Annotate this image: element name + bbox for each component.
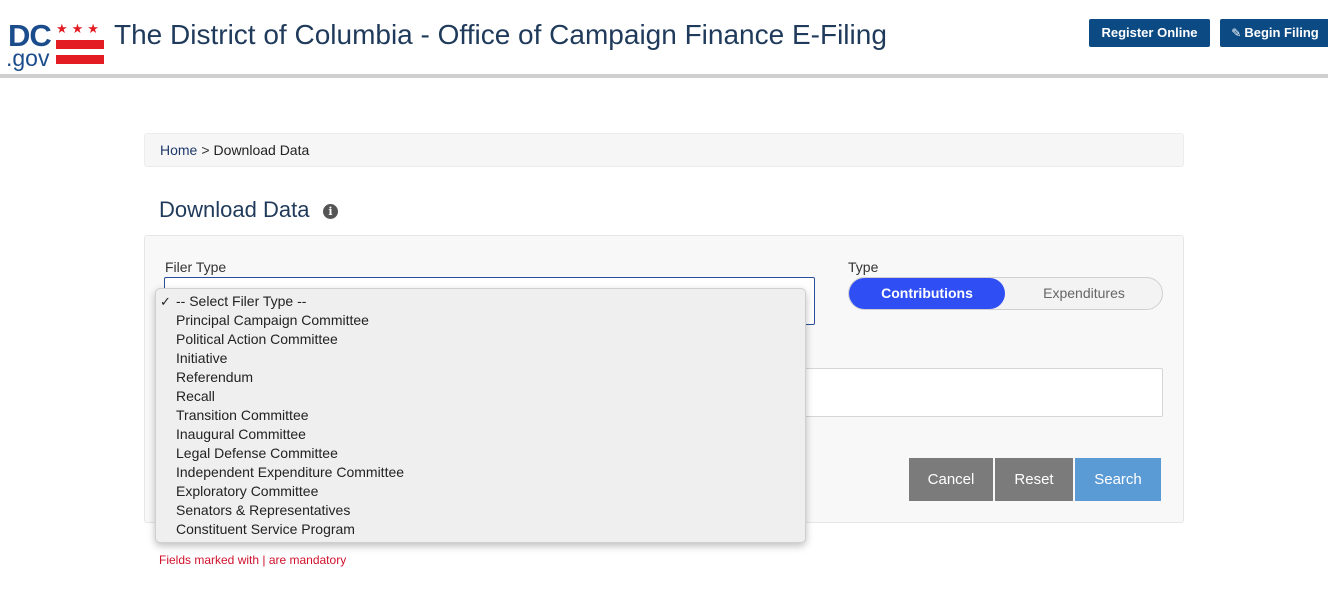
site-header: DC ★★★ .gov The District of Columbia - O…: [0, 0, 1328, 78]
dropdown-option[interactable]: Transition Committee: [156, 406, 805, 425]
dropdown-option[interactable]: ✓ -- Select Filer Type --: [156, 292, 805, 311]
cancel-button[interactable]: Cancel: [909, 458, 993, 501]
dropdown-option[interactable]: Recall: [156, 387, 805, 406]
dropdown-option[interactable]: Inaugural Committee: [156, 425, 805, 444]
type-toggle-expenditures[interactable]: Expenditures: [1006, 278, 1162, 309]
breadcrumb-current: Download Data: [213, 142, 310, 158]
logo-gov-text: .gov: [6, 45, 50, 71]
dropdown-option[interactable]: Senators & Representatives: [156, 501, 805, 520]
breadcrumb: Home > Download Data: [144, 133, 1184, 167]
secondary-field[interactable]: [790, 368, 1163, 417]
dropdown-option[interactable]: Independent Expenditure Committee: [156, 463, 805, 482]
logo-stripe: [56, 55, 104, 64]
site-title: The District of Columbia - Office of Cam…: [114, 19, 887, 50]
logo-stars: ★★★: [56, 21, 103, 36]
page-title: Download Data: [159, 197, 310, 222]
breadcrumb-home-link[interactable]: Home: [160, 142, 197, 158]
checkmark-icon: ✓: [160, 294, 171, 309]
reset-button[interactable]: Reset: [995, 458, 1073, 501]
edit-icon: ✎: [1231, 26, 1242, 40]
info-icon[interactable]: i: [323, 204, 338, 219]
filer-type-label: Filer Type: [165, 259, 227, 275]
dropdown-option[interactable]: Initiative: [156, 349, 805, 368]
logo-stripe: [56, 40, 104, 49]
mandatory-fields-note: Fields marked with | are mandatory: [159, 553, 347, 567]
begin-filing-button[interactable]: ✎ Begin Filing: [1220, 19, 1328, 47]
dropdown-option[interactable]: Referendum: [156, 368, 805, 387]
dropdown-option[interactable]: Principal Campaign Committee: [156, 311, 805, 330]
dc-gov-logo[interactable]: DC ★★★ .gov: [6, 20, 106, 71]
type-toggle-contributions[interactable]: Contributions: [849, 278, 1005, 309]
dropdown-option[interactable]: Political Action Committee: [156, 330, 805, 349]
register-online-button[interactable]: Register Online: [1089, 19, 1210, 47]
dropdown-option[interactable]: Exploratory Committee: [156, 482, 805, 501]
dropdown-option[interactable]: Legal Defense Committee: [156, 444, 805, 463]
filer-type-dropdown: ✓ -- Select Filer Type -- Principal Campa…: [155, 288, 806, 543]
breadcrumb-separator: >: [201, 142, 210, 158]
type-label: Type: [848, 259, 879, 275]
begin-filing-label: Begin Filing: [1244, 25, 1319, 40]
dropdown-option[interactable]: Constituent Service Program: [156, 520, 805, 539]
search-button[interactable]: Search: [1075, 458, 1161, 501]
